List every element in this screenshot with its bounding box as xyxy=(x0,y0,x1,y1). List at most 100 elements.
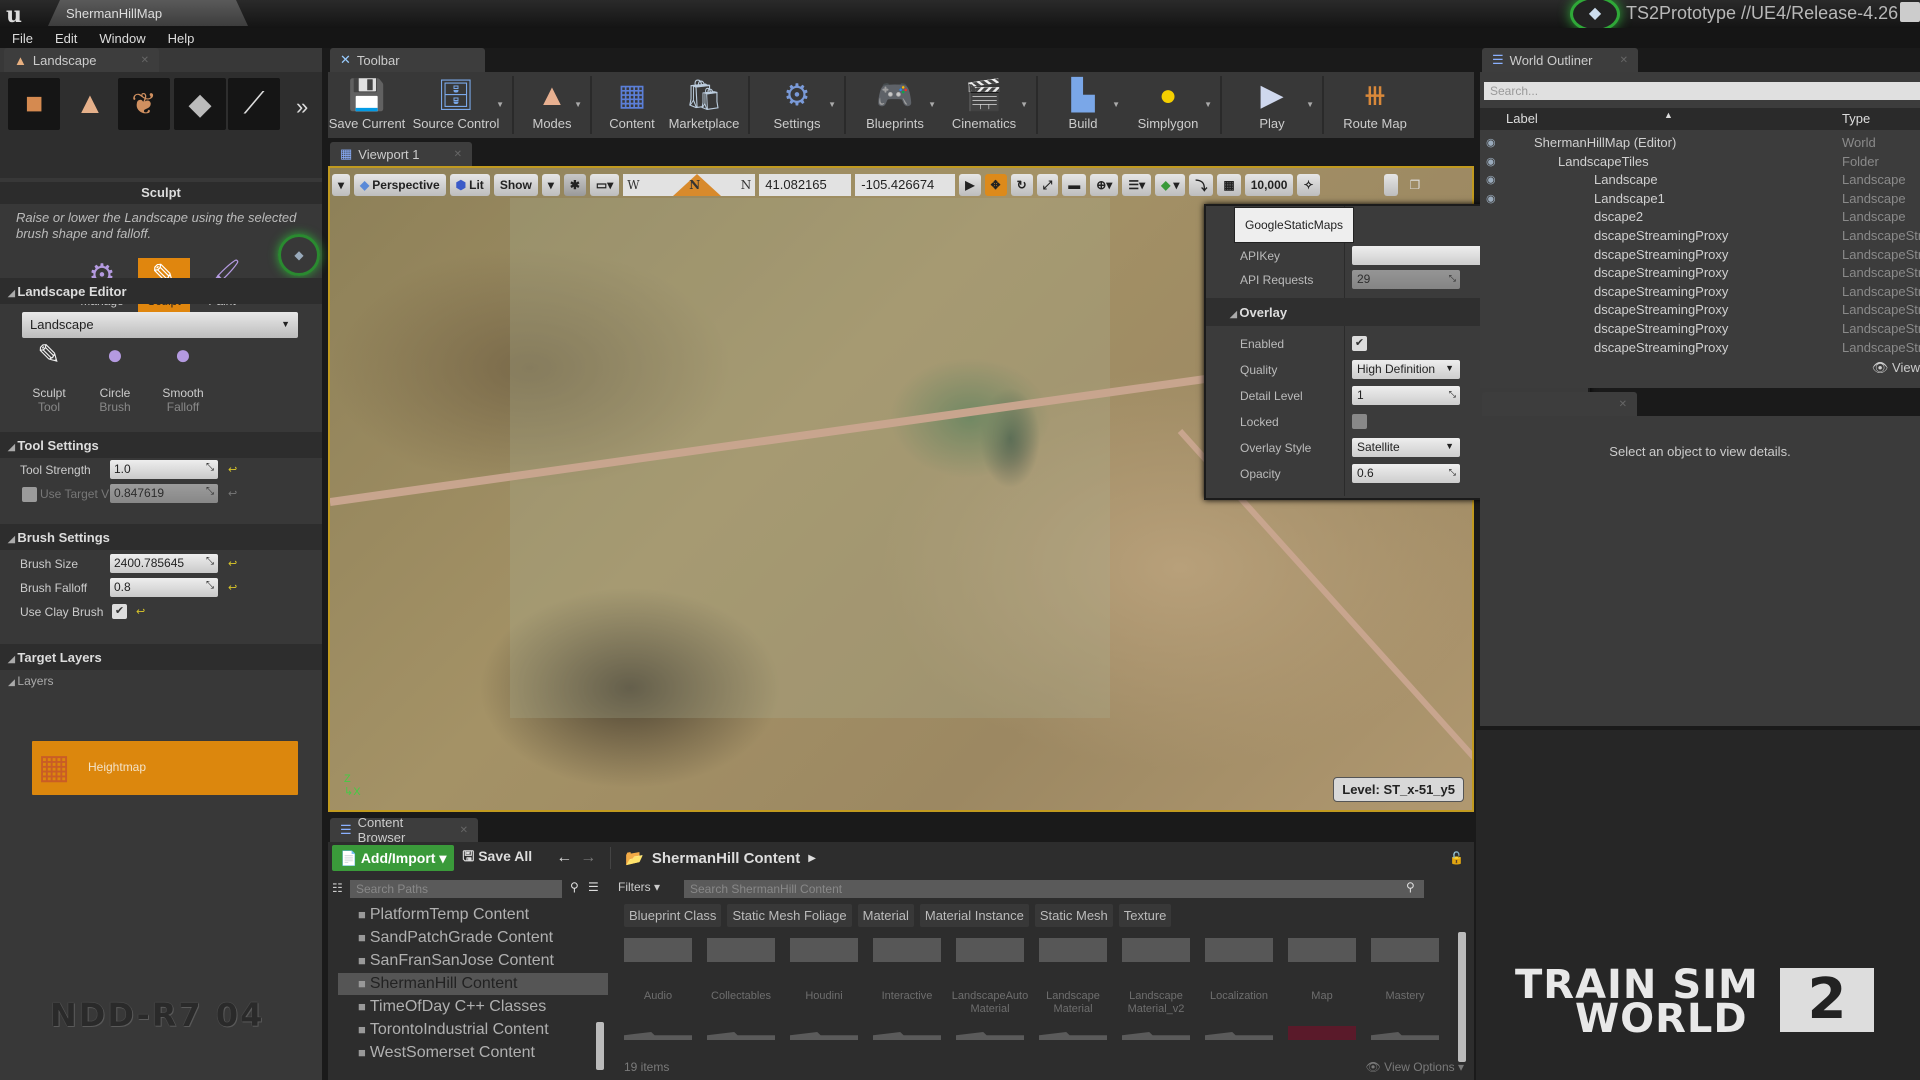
go-button[interactable]: ▶ xyxy=(959,174,981,196)
enabled-checkbox[interactable]: ✔ xyxy=(1352,336,1367,351)
sculpt-tool-button[interactable]: ✎ Sculpt Tool xyxy=(14,341,84,415)
forward-arrow-icon[interactable]: → xyxy=(580,849,596,867)
folder-tile[interactable] xyxy=(624,938,692,962)
layers-group[interactable]: ◢ Layers xyxy=(8,674,53,688)
add-import-button[interactable]: 📄 Add/Import ▾ xyxy=(332,845,455,871)
visibility-eye-icon[interactable]: ◉ xyxy=(1486,173,1496,186)
detail-level-input[interactable]: 1 ⤡ xyxy=(1352,386,1460,405)
place-mode-icon[interactable]: ■ xyxy=(8,78,60,130)
brush-falloff-input[interactable]: 0.8 ⤡ xyxy=(110,578,218,597)
path-item[interactable]: ■ TimeOfDay C++ Classes xyxy=(338,996,608,1018)
build-button[interactable]: ▙ Build ▼ xyxy=(1044,72,1122,138)
path-search-input[interactable]: Search Paths xyxy=(350,880,562,898)
reset-icon[interactable]: ↩ xyxy=(228,463,237,476)
folder-name[interactable]: Map xyxy=(1280,990,1364,1003)
content-button[interactable]: ▦ Content xyxy=(598,72,666,138)
route-map-button[interactable]: ⧻ Route Map xyxy=(1330,72,1420,138)
collapse-sources-icon[interactable]: ☷ xyxy=(332,881,343,895)
spin-icon[interactable]: ⤡ xyxy=(1449,273,1456,284)
outliner-row[interactable]: ◉ Landscape1 Landscape xyxy=(1480,190,1920,209)
dropdown-icon[interactable]: ▼ xyxy=(1020,100,1028,109)
minimize-button[interactable] xyxy=(1900,2,1920,22)
tab-world-outliner[interactable]: ☰ World Outliner ✕ xyxy=(1482,48,1638,72)
folder-tile[interactable] xyxy=(707,938,775,962)
section-landscape-editor[interactable]: Landscape Editor xyxy=(0,278,322,304)
folder-name[interactable]: Mastery xyxy=(1363,990,1447,1003)
map-tab[interactable]: ShermanHillMap xyxy=(48,0,248,26)
marketplace-button[interactable]: 🛍 Marketplace xyxy=(666,72,742,138)
view-options-button[interactable]: 👁 View Options ▾ xyxy=(1366,1060,1464,1074)
spin-icon[interactable]: ⤡ xyxy=(206,556,214,567)
reset-icon[interactable]: ↩ xyxy=(136,605,145,618)
outliner-row[interactable]: ◉ ShermanHillMap (Editor) World xyxy=(1480,134,1920,153)
spin-icon[interactable]: ⤡ xyxy=(206,462,214,473)
path-item[interactable]: ■ WestSomerset Content xyxy=(338,1042,608,1064)
outliner-row[interactable]: dscapeStreamingProxy LandscapeStre xyxy=(1480,227,1920,246)
brush-size-input[interactable]: 2400.785645 ⤡ xyxy=(110,554,218,573)
folder-tile[interactable] xyxy=(1371,938,1439,962)
outliner-search-input[interactable]: Search... xyxy=(1484,82,1920,100)
scale-icon[interactable]: ⤢ xyxy=(1036,174,1059,196)
close-icon[interactable]: ✕ xyxy=(460,825,468,836)
section-brush-settings[interactable]: Brush Settings xyxy=(0,524,322,550)
breadcrumb[interactable]: ShermanHill Content xyxy=(652,850,800,867)
quality-select[interactable]: High Definition ▼ xyxy=(1352,360,1460,379)
modes-button[interactable]: ▲ Modes ▼ xyxy=(520,72,584,138)
dropdown-icon[interactable]: ▼ xyxy=(1306,100,1314,109)
spin-icon[interactable]: ⤡ xyxy=(1449,467,1456,478)
menu-edit[interactable]: Edit xyxy=(55,31,77,46)
filter-chip[interactable]: Texture xyxy=(1118,904,1172,927)
path-item[interactable]: ■ SanFranSanJose Content xyxy=(338,950,608,972)
spin-icon[interactable]: ⤡ xyxy=(206,486,214,497)
path-scrollbar[interactable] xyxy=(596,1022,604,1070)
folder-name[interactable]: Localization xyxy=(1197,990,1281,1003)
tool-strength-input[interactable]: 1.0 ⤡ xyxy=(110,460,218,479)
settings-button[interactable]: ⚙ Settings ▼ xyxy=(756,72,838,138)
path-item[interactable]: ■ TorontoIndustrial Content xyxy=(338,1019,608,1041)
use-target-input[interactable]: 0.847619 ⤡ xyxy=(110,484,218,503)
spin-icon[interactable]: ⤡ xyxy=(206,580,214,591)
visibility-eye-icon[interactable]: ◉ xyxy=(1486,136,1496,149)
latitude-field[interactable]: 41.082165 xyxy=(759,174,852,196)
tab-landscape[interactable]: ▲ Landscape ✕ xyxy=(4,48,159,72)
outliner-row[interactable]: dscapeStreamingProxy LandscapeStre xyxy=(1480,264,1920,283)
api-requests-input[interactable]: 29 ⤡ xyxy=(1352,270,1460,289)
close-icon[interactable]: ✕ xyxy=(1619,399,1627,410)
filter-chip[interactable]: Material xyxy=(857,904,914,927)
reset-icon[interactable]: ↩ xyxy=(228,557,237,570)
longitude-field[interactable]: -105.426674 xyxy=(855,174,956,196)
blueprints-button[interactable]: 🎮 Blueprints ▼ xyxy=(852,72,938,138)
landscape-mode-icon[interactable]: ▲ xyxy=(64,78,116,130)
world-local-icon[interactable]: ⊕▾ xyxy=(1090,174,1119,196)
mesh-paint-mode-icon[interactable]: ◆ xyxy=(174,78,226,130)
screen-icon[interactable]: ▭▾ xyxy=(589,174,620,196)
asset-scrollbar[interactable] xyxy=(1458,932,1466,1062)
outliner-row[interactable]: dscapeStreamingProxy LandscapeStre xyxy=(1480,246,1920,265)
folder-name[interactable]: Audio xyxy=(616,990,700,1003)
dropdown-icon[interactable]: ▼ xyxy=(1204,100,1212,109)
outliner-row[interactable]: dscape2 Landscape xyxy=(1480,208,1920,227)
realtime-icon[interactable]: ✱ xyxy=(563,174,586,196)
filter-chip[interactable]: Static Mesh Foliage xyxy=(727,904,852,927)
grid-size-field[interactable]: 10,000 xyxy=(1244,174,1294,196)
close-icon[interactable]: ✕ xyxy=(454,149,462,160)
save-all-button[interactable]: 🖫 Save All xyxy=(462,846,532,870)
snap-icon[interactable]: ⤵ xyxy=(1189,174,1214,196)
folder-name[interactable]: Landscape Material_v2 xyxy=(1114,990,1198,1016)
filter-chip[interactable]: Static Mesh xyxy=(1034,904,1113,927)
cinematics-button[interactable]: 🎬 Cinematics ▼ xyxy=(938,72,1030,138)
filter-chip[interactable]: Material Instance xyxy=(919,904,1029,927)
path-item[interactable]: ■ PlatformTemp Content xyxy=(338,904,608,926)
more-modes-button[interactable]: » xyxy=(296,94,308,120)
folder-tile[interactable] xyxy=(1039,938,1107,962)
menu-window[interactable]: Window xyxy=(99,31,145,46)
camera-speed-icon[interactable] xyxy=(1383,174,1398,196)
perspective-button[interactable]: ◆ Perspective xyxy=(354,174,446,196)
opacity-input[interactable]: 0.6 ⤡ xyxy=(1352,464,1460,483)
section-target-layers[interactable]: Target Layers xyxy=(0,644,322,670)
column-type[interactable]: Type xyxy=(1842,111,1870,126)
outliner-row[interactable]: ◉ LandscapeTiles Folder xyxy=(1480,153,1920,172)
foliage-mode-icon[interactable]: ❦ xyxy=(118,78,170,130)
folder-tile[interactable] xyxy=(1205,938,1273,962)
translate-icon[interactable]: ✥ xyxy=(984,174,1007,196)
